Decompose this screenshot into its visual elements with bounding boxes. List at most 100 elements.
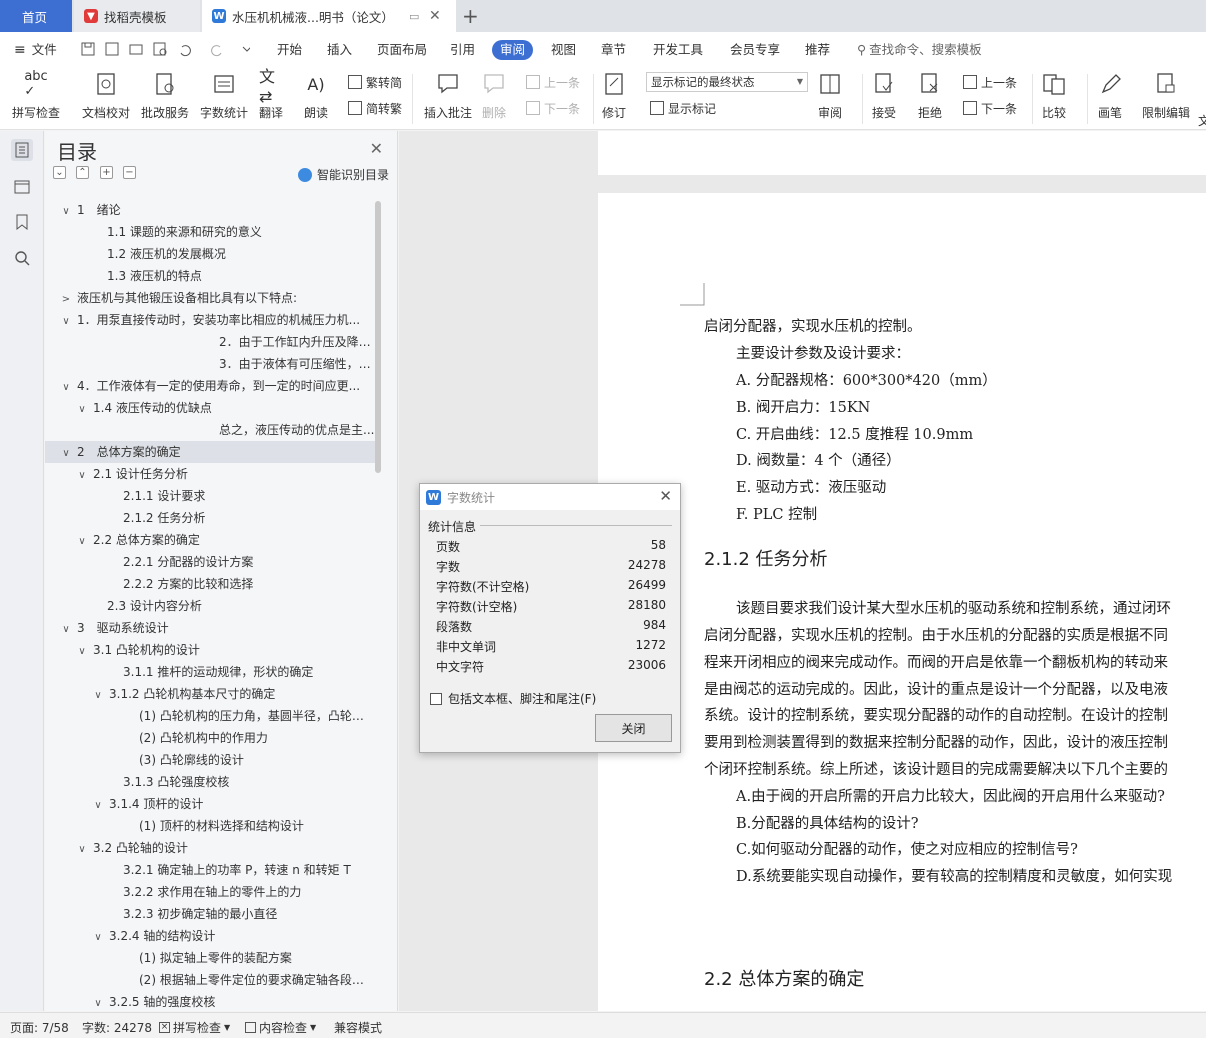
chevron-down-icon[interactable]: ∨	[75, 531, 89, 551]
review-pane-button[interactable]: 审阅	[818, 70, 842, 121]
toc-item[interactable]: (2) 根据轴上零件定位的要求确定轴各段的...	[45, 969, 375, 991]
restrict-edit-button[interactable]: 限制编辑	[1142, 70, 1190, 121]
chevron-down-icon[interactable]: ∨	[91, 927, 105, 947]
spell-check-status[interactable]: × 拼写检查 ▼	[159, 1019, 230, 1036]
file-menu[interactable]: ≡ 文件	[14, 40, 57, 60]
include-textbox-checkbox[interactable]: 包括文本框、脚注和尾注(F)	[430, 690, 596, 707]
page-indicator[interactable]: 页面: 7/58	[10, 1019, 69, 1036]
menu-section[interactable]: 章节	[601, 40, 626, 60]
batch-service-button[interactable]: 批改服务	[141, 70, 189, 121]
bookmark-icon[interactable]	[11, 211, 33, 233]
content-check-status[interactable]: 内容检查 ▼	[245, 1019, 316, 1036]
chevron-down-icon[interactable]: ∨	[75, 465, 89, 485]
toc-item[interactable]: ∨ 2.1 设计任务分析	[45, 463, 375, 485]
next-comment-button[interactable]: 下一条	[526, 98, 580, 118]
toc-item[interactable]: 2．由于工作缸内升压及降压...	[45, 331, 375, 353]
toc-item[interactable]: 2.1.2 任务分析	[45, 507, 375, 529]
accept-button[interactable]: 接受	[872, 70, 896, 121]
toc-item[interactable]: 2.2.1 分配器的设计方案	[45, 551, 375, 573]
smart-toc-button[interactable]: 智能识别目录	[297, 166, 389, 183]
close-icon[interactable]: ✕	[659, 487, 672, 505]
toc-item[interactable]: 2.1.1 设计要求	[45, 485, 375, 507]
toc-item[interactable]: ∨ 1.4 液压传动的优缺点	[45, 397, 375, 419]
toc-item[interactable]: 1.2 液压机的发展概况	[45, 243, 375, 265]
toc-item[interactable]: ∨ 3.1 凸轮机构的设计	[45, 639, 375, 661]
remove-heading-icon[interactable]: −	[123, 166, 136, 179]
word-count-button[interactable]: 字数统计	[200, 70, 248, 121]
chevron-down-icon[interactable]: ∨	[75, 399, 89, 419]
toc-item[interactable]: 1.3 液压机的特点	[45, 265, 375, 287]
chevron-down-icon[interactable]: ∨	[91, 795, 105, 815]
track-changes-button[interactable]: 修订	[602, 70, 626, 121]
reject-button[interactable]: 拒绝	[918, 70, 942, 121]
chevron-down-icon[interactable]: ∨	[91, 685, 105, 705]
menu-member[interactable]: 会员专享	[730, 40, 780, 60]
trad-to-simp-button[interactable]: 繁转简	[348, 72, 402, 92]
prev-comment-button[interactable]: 上一条	[526, 72, 580, 92]
add-heading-icon[interactable]: +	[100, 166, 113, 179]
toc-item[interactable]: (2) 凸轮机构中的作用力	[45, 727, 375, 749]
chevron-down-icon[interactable]: ∨	[59, 619, 73, 639]
menu-devtools[interactable]: 开发工具	[653, 40, 703, 60]
toc-item[interactable]: ∨ 3 驱动系统设计	[45, 617, 375, 639]
toc-item[interactable]: ∨ 3.1.4 顶杆的设计	[45, 793, 375, 815]
tab-home[interactable]: 首页	[0, 0, 72, 32]
toc-item[interactable]: (1) 凸轮机构的压力角，基圆半径，凸轮材...	[45, 705, 375, 727]
command-search[interactable]: ⚲ 查找命令、搜索模板	[857, 40, 982, 60]
toc-item[interactable]: ∨ 3.2 凸轮轴的设计	[45, 837, 375, 859]
chevron-down-icon[interactable]: ∨	[75, 641, 89, 661]
dialog-titlebar[interactable]: W 字数统计 ✕	[420, 484, 680, 510]
chapter-nav-icon[interactable]	[11, 175, 33, 197]
simp-to-trad-button[interactable]: 简转繁	[348, 98, 402, 118]
toc-item[interactable]: ∨ 3.2.5 轴的强度校核	[45, 991, 375, 1011]
toc-item[interactable]: 2.2.2 方案的比较和选择	[45, 573, 375, 595]
delete-comment-button[interactable]: 删除	[482, 70, 506, 121]
menu-view[interactable]: 视图	[551, 40, 576, 60]
tab-close-icon[interactable]: ✕	[429, 8, 441, 24]
toc-item[interactable]: ∨ 3.2.4 轴的结构设计	[45, 925, 375, 947]
more-button[interactable]: 文	[1198, 112, 1206, 129]
show-markup-button[interactable]: 显示标记	[650, 98, 716, 118]
word-count-indicator[interactable]: 字数: 24278	[82, 1019, 152, 1036]
chevron-down-icon[interactable]: ∨	[59, 311, 73, 331]
translate-button[interactable]: 文⇄ 翻译	[259, 67, 283, 121]
toc-item[interactable]: (3) 凸轮廓线的设计	[45, 749, 375, 771]
toc-item[interactable]: 2.3 设计内容分析	[45, 595, 375, 617]
toc-item[interactable]: 3.1.3 凸轮强度校核	[45, 771, 375, 793]
chevron-down-icon[interactable]: ∨	[75, 839, 89, 859]
toc-scrollbar[interactable]	[375, 201, 381, 473]
compare-button[interactable]: 比较	[1042, 70, 1066, 121]
toc-item[interactable]: ∨ 1 绪论	[45, 199, 375, 221]
toc-item[interactable]: ∨ 1．用泵直接传动时，安装功率比相应的机械压力机...	[45, 309, 375, 331]
spell-check-button[interactable]: abc ✓ 拼写检查	[12, 69, 60, 121]
toc-item[interactable]: 3．由于液体有可压缩性，在...	[45, 353, 375, 375]
toc-item[interactable]: 3.2.1 确定轴上的功率 P，转速 n 和转矩 T	[45, 859, 375, 881]
chevron-down-icon[interactable]: ∨	[59, 377, 73, 397]
markup-state-select[interactable]: 显示标记的最终状态 ▼	[646, 72, 808, 92]
toc-panel-icon[interactable]	[11, 139, 33, 161]
search-icon[interactable]	[11, 247, 33, 269]
collapse-all-icon[interactable]: ⌄	[53, 166, 66, 179]
chevron-down-icon[interactable]: ∨	[59, 443, 73, 463]
chevron-down-icon[interactable]: ∨	[59, 201, 73, 221]
menu-recommend[interactable]: 推荐	[805, 40, 830, 60]
toc-item[interactable]: (1) 拟定轴上零件的装配方案	[45, 947, 375, 969]
new-tab-icon[interactable]: +	[462, 4, 479, 28]
menu-review[interactable]: 审阅	[492, 40, 534, 60]
toc-item[interactable]: > 液压机与其他锻压设备相比具有以下特点:	[45, 287, 375, 309]
pin-icon[interactable]: ▭	[409, 10, 419, 23]
insert-comment-button[interactable]: 插入批注	[424, 70, 472, 121]
prev-change-button[interactable]: 上一条	[963, 72, 1017, 92]
menu-start[interactable]: 开始	[277, 40, 302, 60]
close-icon[interactable]: ✕	[370, 139, 383, 158]
toc-item[interactable]: ∨ 2.2 总体方案的确定	[45, 529, 375, 551]
checkbox-box[interactable]	[430, 692, 442, 705]
toc-item[interactable]: 3.2.2 求作用在轴上的零件上的力	[45, 881, 375, 903]
tab-document[interactable]: W 水压机机械液...明书（论文） ▭ ✕	[202, 0, 456, 32]
pen-button[interactable]: 画笔	[1098, 70, 1122, 121]
document-page[interactable]: 启闭分配器，实现水压机的控制。 主要设计参数及设计要求： A. 分配器规格：600*…	[598, 193, 1206, 1011]
read-aloud-button[interactable]: A) 朗读	[304, 70, 328, 121]
tab-template[interactable]: ▼ 找稻壳模板	[74, 0, 200, 32]
toc-item[interactable]: 3.1.1 推杆的运动规律，形状的确定	[45, 661, 375, 683]
expand-up-icon[interactable]: ⌃	[76, 166, 89, 179]
